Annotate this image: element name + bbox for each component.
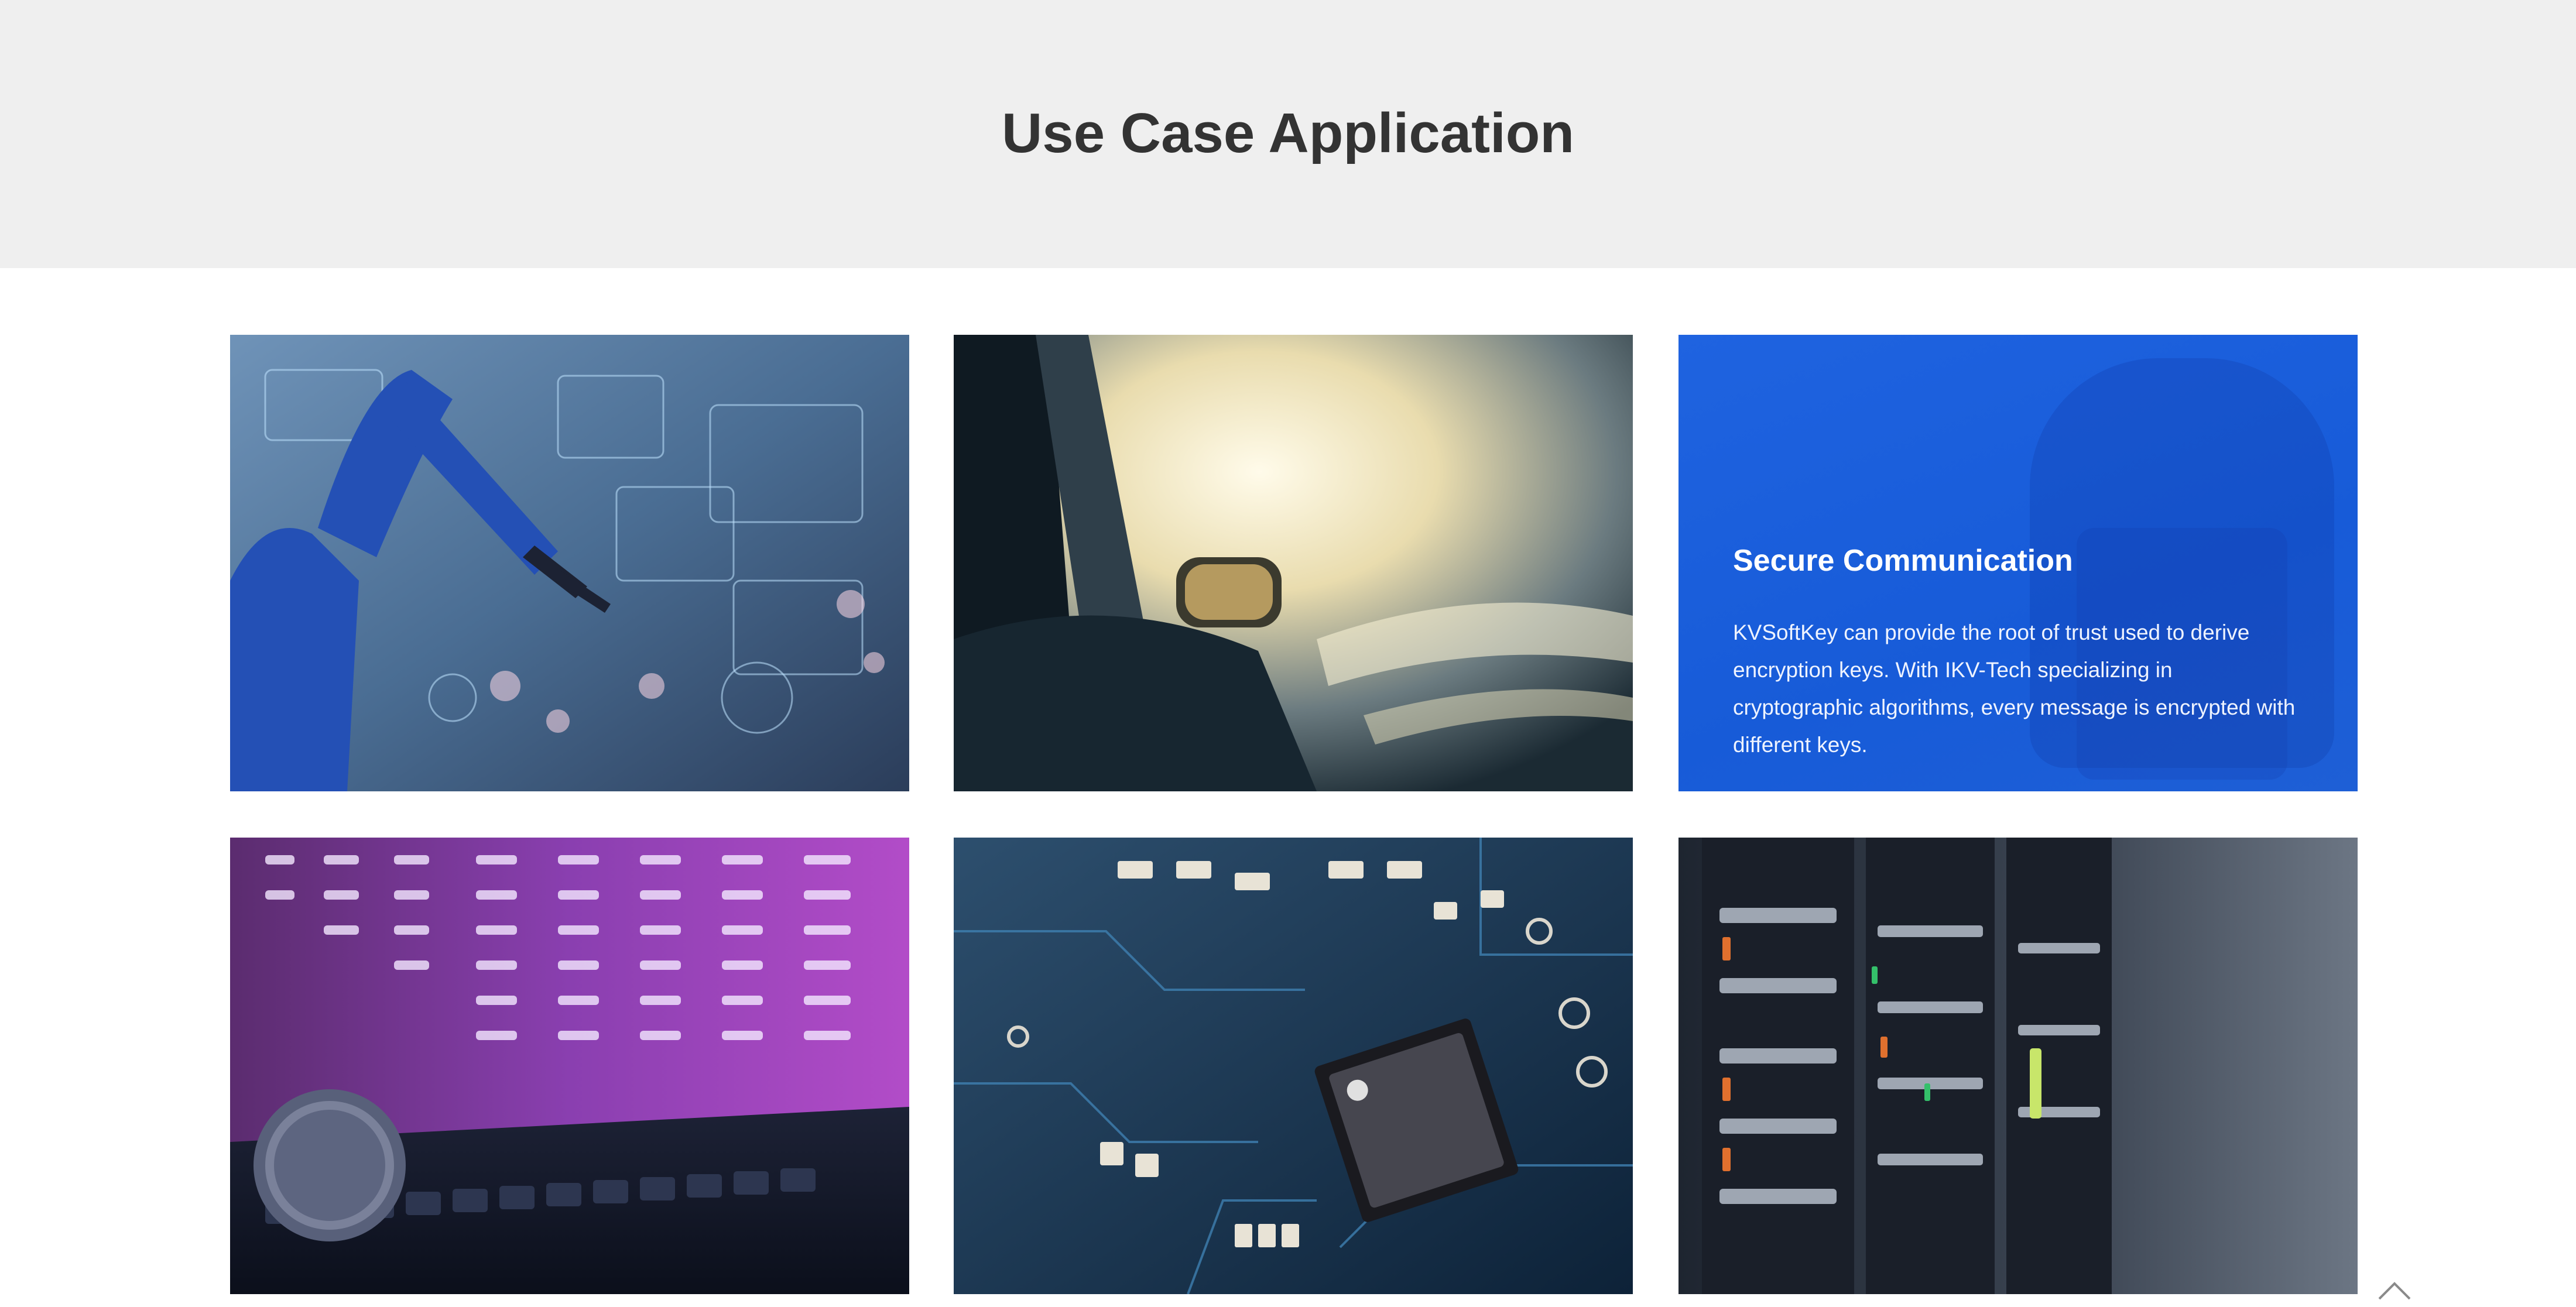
card-description: KVSoftKey can provide the root of trust …: [1733, 620, 2296, 757]
card-title: Secure Communication: [1733, 544, 2073, 578]
use-case-card-automotive[interactable]: [954, 335, 1633, 791]
scroll-to-top-button[interactable]: [2377, 1279, 2412, 1302]
server-rack-image: [1678, 838, 2358, 1294]
circuit-board-image: [954, 838, 1633, 1294]
robot-arm-image: [230, 335, 909, 791]
use-case-card-fintech[interactable]: [230, 838, 909, 1294]
section-header: Use Case Application: [0, 0, 2576, 268]
use-case-card-secure-communication[interactable]: Secure Communication KVSoftKey can provi…: [1678, 335, 2358, 791]
chevron-up-icon: [2378, 1282, 2411, 1300]
section-title: Use Case Application: [1001, 102, 1575, 164]
card-text: Secure Communication KVSoftKey can provi…: [1733, 543, 2305, 764]
use-case-card-iot[interactable]: [954, 838, 1633, 1294]
use-case-card-data-center[interactable]: [1678, 838, 2358, 1294]
car-mirror-image: [954, 335, 1633, 791]
bitcoin-keyboard-image: [230, 838, 909, 1294]
use-case-card-robotics[interactable]: [230, 335, 909, 791]
